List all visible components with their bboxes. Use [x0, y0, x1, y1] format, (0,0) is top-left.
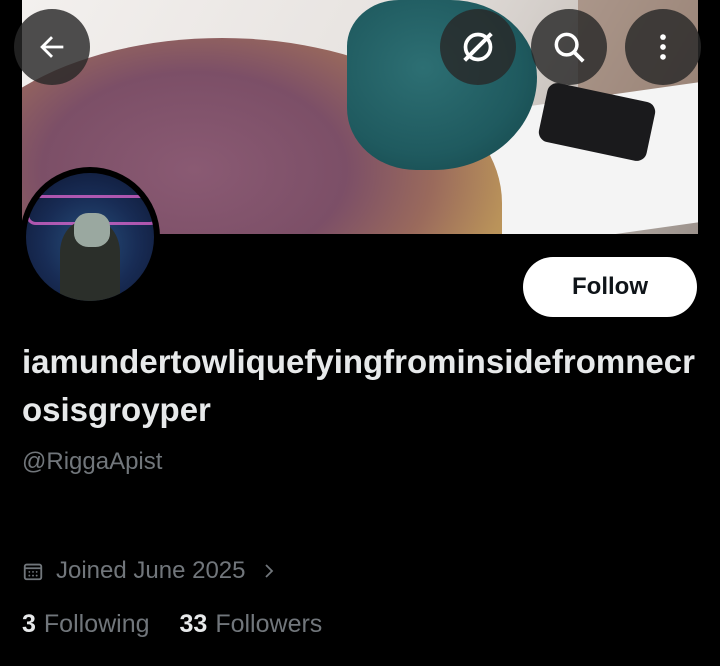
following-count: 3 — [22, 610, 36, 638]
arrow-left-icon — [40, 36, 64, 58]
followers-link[interactable]: 33 Followers — [180, 610, 323, 639]
search-icon — [554, 32, 585, 63]
more-vertical-icon — [660, 34, 666, 60]
search-button[interactable] — [531, 9, 607, 85]
followers-count: 33 — [179, 610, 208, 638]
following-link[interactable]: 3 Following — [22, 610, 150, 639]
user-handle: @RiggaApist — [22, 448, 163, 475]
avatar-container[interactable] — [20, 167, 160, 307]
avatar — [26, 173, 154, 301]
follow-stats: 3 Following 33 Followers — [22, 610, 322, 639]
followers-label: Followers — [215, 610, 323, 638]
back-button[interactable] — [14, 9, 90, 85]
joined-text: Joined June 2025 — [56, 557, 246, 584]
grok-icon — [463, 32, 493, 62]
grok-button[interactable] — [440, 9, 516, 85]
calendar-icon — [22, 560, 44, 582]
follow-button[interactable]: Follow — [523, 257, 697, 317]
joined-date-row[interactable]: Joined June 2025 — [22, 555, 278, 587]
display-name: iamundertowliquefyingfrominsidefromnecro… — [22, 343, 695, 428]
following-label: Following — [43, 610, 150, 638]
more-button[interactable] — [625, 9, 701, 85]
avatar-head — [74, 213, 110, 247]
chevron-right-icon — [260, 562, 278, 580]
